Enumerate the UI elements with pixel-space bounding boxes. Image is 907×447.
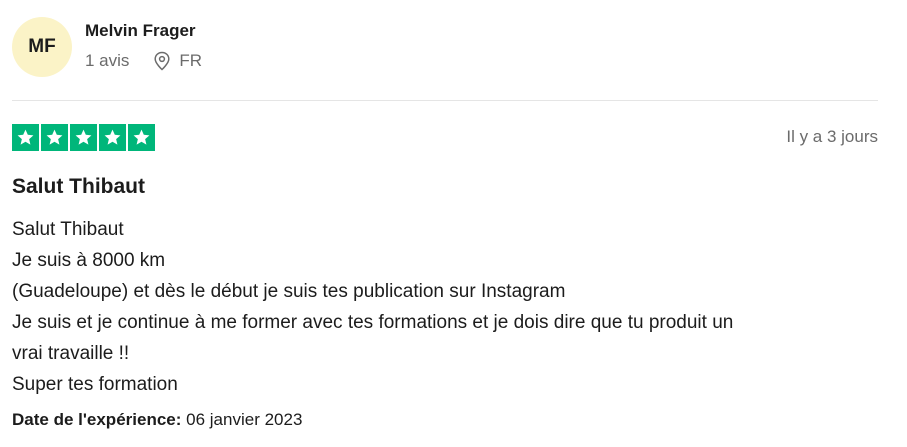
reviewer-meta: 1 avis FR — [85, 51, 202, 71]
experience-date: Date de l'expérience: 06 janvier 2023 — [12, 410, 302, 430]
review-date: Il y a 3 jours — [786, 127, 878, 146]
star-icon — [99, 124, 126, 151]
rating-row: Il y a 3 jours — [12, 124, 878, 152]
reviewer-name[interactable]: Melvin Frager — [85, 21, 196, 41]
review-body: Salut Thibaut Je suis à 8000 km (Guadeloup… — [12, 214, 887, 400]
reviewer-country: FR — [179, 51, 203, 70]
star-rating — [12, 124, 157, 151]
star-icon — [41, 124, 68, 151]
star-icon — [128, 124, 155, 151]
reviewer-header: MF Melvin Frager 1 avis FR — [12, 0, 878, 100]
review-title[interactable]: Salut Thibaut — [12, 175, 145, 199]
review-text-line: Super tes formation — [12, 374, 178, 395]
star-icon — [12, 124, 39, 151]
avatar[interactable]: MF — [12, 17, 72, 77]
review-text-line: Je suis à 8000 km — [12, 250, 166, 271]
review-text-line: Salut Thibaut — [12, 219, 124, 240]
location-pin-icon — [153, 51, 171, 71]
divider — [12, 100, 878, 101]
experience-label: Date de l'expérience: — [12, 410, 182, 429]
star-icon — [70, 124, 97, 151]
review-card: MF Melvin Frager 1 avis FR Il y a 3 jour… — [12, 0, 878, 429]
review-count: 1 avis — [85, 51, 130, 70]
experience-value: 06 janvier 2023 — [186, 410, 303, 429]
review-text-line: Je suis et je continue à me former avec … — [12, 312, 734, 333]
review-text-line: vrai travaille !! — [12, 343, 130, 364]
review-text-line: (Guadeloupe) et dès le début je suis tes… — [12, 281, 566, 302]
